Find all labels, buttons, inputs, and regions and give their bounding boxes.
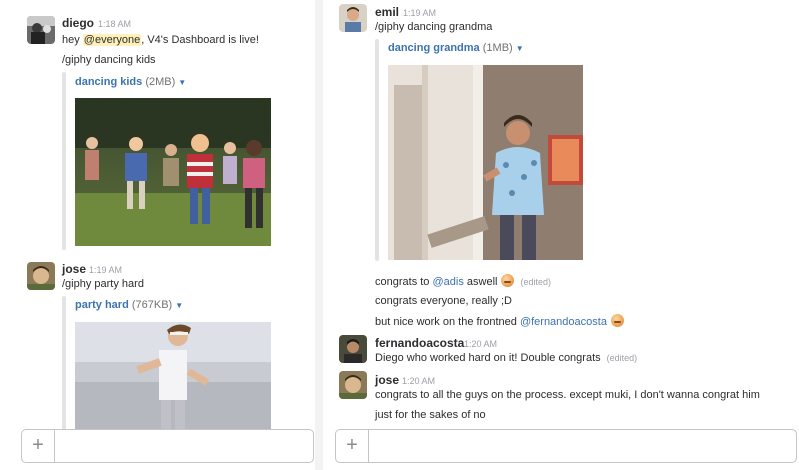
file-link-dancing-grandma[interactable]: dancing grandma (1MB) ▼: [388, 42, 524, 54]
left-chat-pane: diego 1:18 AM hey @everyone, V4's Dashbo…: [0, 0, 315, 470]
edited-label: (edited): [520, 277, 551, 287]
gif-dancing-grandma[interactable]: [388, 65, 583, 260]
username-emil[interactable]: emil: [375, 5, 399, 19]
username-fernandoacosta[interactable]: fernandoacosta: [375, 336, 464, 350]
message-input[interactable]: [370, 432, 792, 460]
timestamp[interactable]: 1:20 AM: [402, 376, 435, 386]
message-input[interactable]: [56, 432, 309, 460]
plus-icon[interactable]: +: [336, 430, 369, 462]
attachment-bar: [375, 39, 379, 261]
right-chat-pane: emil 1:19 AM /giphy dancing grandma danc…: [323, 0, 799, 470]
gif-party-hard[interactable]: [75, 322, 271, 430]
caret-down-icon[interactable]: ▼: [175, 301, 183, 310]
edited-label: (edited): [606, 353, 638, 363]
caret-down-icon[interactable]: ▼: [516, 44, 524, 53]
message-composer: +: [335, 429, 797, 463]
message-text: just for the sakes of no: [375, 409, 486, 421]
pane-divider: [315, 0, 323, 470]
username-diego[interactable]: diego: [62, 16, 94, 30]
mention-adis[interactable]: @adis: [432, 276, 463, 288]
timestamp[interactable]: 1:20 AM: [464, 339, 497, 349]
smile-emoji-icon: [610, 314, 624, 327]
plus-icon[interactable]: +: [22, 430, 55, 462]
avatar-fernandoacosta[interactable]: [339, 335, 367, 363]
attachment-bar: [62, 72, 66, 250]
file-link-dancing-kids[interactable]: dancing kids (2MB) ▼: [75, 76, 186, 88]
message-text: Diego who worked hard on it! Double cong…: [375, 352, 638, 364]
mention-fernandoacosta[interactable]: @fernandoacosta: [520, 316, 607, 328]
caret-down-icon[interactable]: ▼: [178, 78, 186, 87]
smile-emoji-icon: [501, 274, 515, 287]
giphy-command-text: /giphy dancing kids: [62, 54, 156, 66]
timestamp[interactable]: 1:19 AM: [89, 265, 122, 275]
avatar-diego[interactable]: [27, 16, 55, 44]
mention-everyone[interactable]: @everyone: [82, 34, 142, 46]
username-jose[interactable]: jose: [62, 262, 86, 276]
message-composer: +: [21, 429, 314, 463]
message-text: congrats everyone, really ;D: [375, 295, 512, 307]
avatar-emil[interactable]: [339, 4, 367, 32]
giphy-command-text: /giphy party hard: [62, 278, 144, 290]
message-text: congrats to all the guys on the process.…: [375, 389, 760, 401]
attachment-bar: [62, 296, 66, 430]
giphy-command-text: /giphy dancing grandma: [375, 21, 493, 33]
file-link-party-hard[interactable]: party hard (767KB) ▼: [75, 299, 183, 311]
message-text: congrats to @adis aswell (edited): [375, 274, 551, 288]
timestamp[interactable]: 1:19 AM: [403, 8, 436, 18]
avatar-jose[interactable]: [339, 371, 367, 399]
message-text: but nice work on the frontned @fernandoa…: [375, 314, 624, 329]
avatar-jose[interactable]: [27, 262, 55, 290]
username-jose[interactable]: jose: [375, 373, 399, 387]
timestamp[interactable]: 1:18 AM: [98, 19, 131, 29]
message-text: hey @everyone, V4's Dashboard is live!: [62, 34, 259, 46]
gif-dancing-kids[interactable]: [75, 98, 271, 246]
